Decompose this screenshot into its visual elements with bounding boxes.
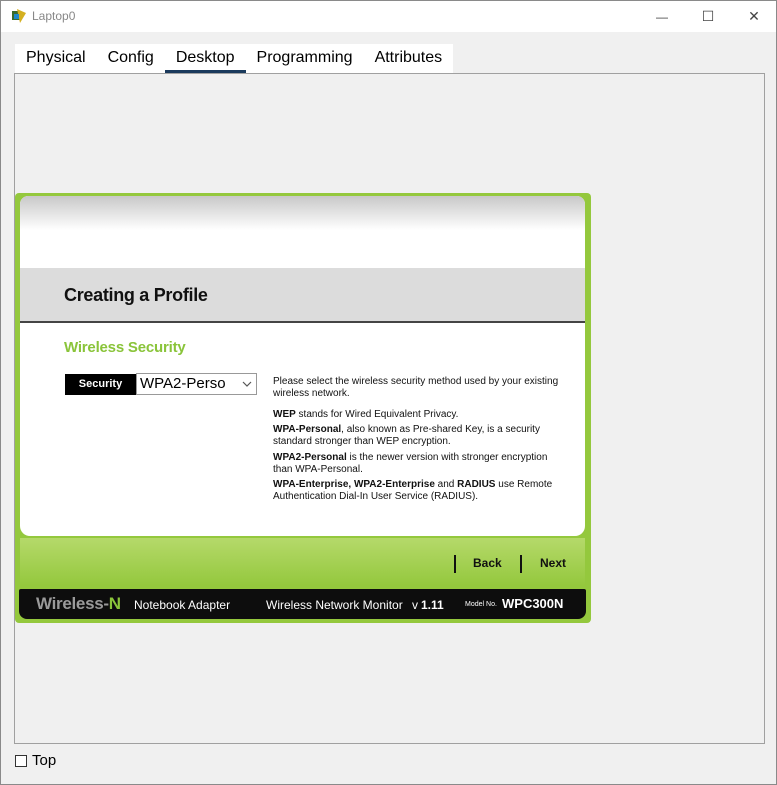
next-button[interactable]: Next	[540, 556, 566, 570]
wep-description: WEP stands for Wired Equivalent Privacy.	[273, 409, 563, 421]
minimize-button[interactable]: —	[639, 1, 685, 32]
version-prefix: v	[412, 598, 418, 612]
wpa-term: WPA-Personal	[273, 424, 342, 435]
brand-logo: Wireless-N	[36, 594, 121, 614]
security-label: Security	[65, 374, 136, 395]
maximize-icon: ☐	[701, 8, 715, 24]
enterprise-term: WPA-Enterprise, WPA2-Enterprise	[273, 479, 435, 490]
top-checkbox[interactable]	[15, 755, 27, 767]
enterprise-and: and	[434, 479, 458, 490]
back-separator	[454, 555, 456, 573]
tab-attributes[interactable]: Attributes	[363, 44, 454, 73]
model-number: WPC300N	[502, 596, 564, 611]
model-label: Model No.	[465, 601, 497, 608]
tab-config[interactable]: Config	[96, 44, 165, 73]
radius-term: RADIUS	[457, 479, 496, 490]
product-footer: Wireless-N Notebook Adapter Wireless Net…	[19, 589, 586, 619]
tab-bar: Physical Config Desktop Programming Attr…	[15, 44, 454, 73]
version-number: 1.11	[421, 598, 444, 612]
brand-suffix: N	[108, 594, 121, 613]
security-select[interactable]: WPA2-Perso	[136, 373, 257, 395]
wpa-description: WPA-Personal, also known as Pre-shared K…	[273, 424, 563, 448]
wep-term: WEP	[273, 409, 296, 420]
product-name: Notebook Adapter	[134, 598, 231, 612]
page-title: Creating a Profile	[64, 285, 208, 305]
enterprise-description: WPA-Enterprise, WPA2-Enterprise and RADI…	[273, 479, 563, 503]
wizard-panel: Creating a Profile Wireless Security Sec…	[20, 196, 585, 536]
app-window: Laptop0 — ☐ ✕ Physical Config Desktop Pr…	[0, 0, 777, 785]
title-bar: Laptop0 — ☐ ✕	[1, 1, 776, 32]
back-button[interactable]: Back	[473, 556, 502, 570]
next-separator	[520, 555, 522, 573]
wireless-monitor-app: Creating a Profile Wireless Security Sec…	[15, 193, 591, 623]
tab-programming[interactable]: Programming	[245, 44, 364, 73]
section-title: Wireless Security	[64, 339, 186, 356]
tab-desktop[interactable]: Desktop	[164, 44, 246, 73]
wep-desc: stands for Wired Equivalent Privacy.	[295, 409, 459, 420]
close-button[interactable]: ✕	[731, 1, 777, 32]
security-select-value: WPA2-Perso	[140, 375, 226, 392]
tab-physical[interactable]: Physical	[15, 44, 97, 73]
intro-text: Please select the wireless security meth…	[273, 376, 559, 399]
top-label: Top	[32, 752, 57, 769]
wpa2-description: WPA2-Personal is the newer version with …	[273, 452, 563, 476]
minimize-icon: —	[656, 9, 668, 24]
chevron-down-icon	[242, 381, 252, 387]
top-gradient	[20, 196, 585, 230]
monitor-name: Wireless Network Monitor	[266, 598, 403, 612]
packet-tracer-app-icon	[12, 9, 26, 23]
close-icon: ✕	[748, 8, 760, 24]
window-title: Laptop0	[32, 9, 76, 23]
maximize-button[interactable]: ☐	[685, 1, 731, 32]
wpa2-term: WPA2-Personal	[273, 452, 347, 463]
brand-prefix: Wireless-	[36, 594, 109, 613]
